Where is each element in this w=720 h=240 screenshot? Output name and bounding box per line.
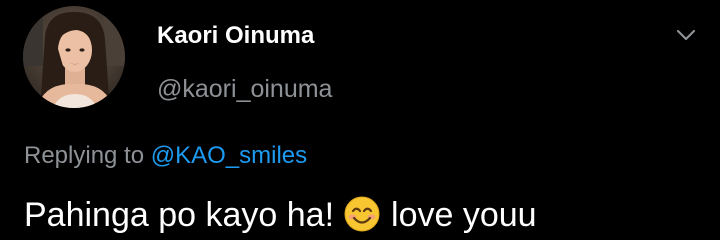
- tweet-text: Pahinga po kayo ha! love youu: [24, 194, 537, 236]
- tweet-card: Kaori Oinuma @kaori_oinuma Replying to @…: [0, 0, 720, 240]
- replying-to: Replying to @KAO_smiles: [24, 140, 307, 172]
- avatar[interactable]: [23, 6, 125, 108]
- mention-link[interactable]: @KAO_smiles: [151, 142, 307, 169]
- tweet-text-part-2: love youu: [391, 196, 537, 234]
- avatar-photo: [23, 6, 125, 108]
- tweet-text-part-1: Pahinga po kayo ha!: [24, 196, 335, 234]
- smiling-face-icon: [344, 196, 380, 232]
- chevron-down-icon[interactable]: [672, 24, 700, 48]
- display-name[interactable]: Kaori Oinuma: [157, 20, 314, 52]
- replying-to-label: Replying to: [24, 142, 151, 169]
- username-handle[interactable]: @kaori_oinuma: [157, 73, 332, 105]
